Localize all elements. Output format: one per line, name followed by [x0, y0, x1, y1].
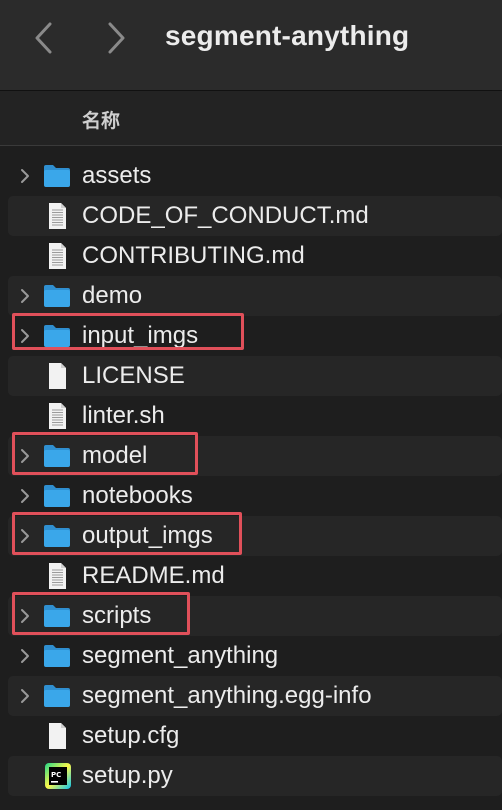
disclosure-chevron-icon[interactable] [18, 488, 32, 504]
folder-row[interactable]: input_imgs [8, 313, 502, 356]
file-name: segment_anything.egg-info [82, 682, 372, 709]
file-name: demo [82, 282, 143, 309]
forward-button[interactable] [96, 18, 136, 58]
document-icon [49, 203, 66, 229]
folder-row[interactable]: output_imgs [8, 512, 502, 556]
file-name: model [82, 442, 148, 469]
file-name: segment_anything [82, 642, 279, 669]
folder-icon [44, 165, 70, 187]
chevron-right-icon [108, 22, 125, 54]
folder-icon [44, 525, 70, 547]
window-title: segment-anything [165, 20, 410, 51]
folder-icon [44, 685, 70, 707]
document-icon [49, 563, 66, 589]
file-name: scripts [82, 602, 152, 629]
disclosure-chevron-icon[interactable] [18, 448, 32, 464]
folder-icon [44, 485, 70, 507]
disclosure-chevron-icon[interactable] [18, 528, 32, 544]
file-row[interactable]: CONTRIBUTING.md [8, 236, 502, 276]
file-name: input_imgs [82, 322, 199, 349]
chevron-left-icon [35, 22, 52, 54]
disclosure-chevron-icon[interactable] [18, 688, 32, 704]
folder-icon [44, 645, 70, 667]
document-icon [49, 403, 66, 429]
file-name: assets [82, 162, 152, 189]
name-column-header[interactable]: 名称 [82, 106, 120, 133]
disclosure-chevron-icon[interactable] [18, 608, 32, 624]
folder-row[interactable]: notebooks [8, 476, 502, 516]
disclosure-chevron-icon[interactable] [18, 328, 32, 344]
document-icon [49, 243, 66, 269]
disclosure-chevron-icon[interactable] [18, 168, 32, 184]
folder-icon [44, 445, 70, 467]
blank-document-icon [49, 723, 66, 749]
folder-row[interactable]: demo [8, 276, 502, 316]
file-name: CODE_OF_CONDUCT.md [82, 202, 369, 229]
column-header: 名称 [0, 91, 502, 146]
file-name: linter.sh [82, 402, 165, 429]
file-row[interactable]: LICENSE [8, 356, 502, 396]
folder-icon [44, 285, 70, 307]
file-row[interactable]: setup.cfg [8, 716, 502, 756]
file-name: LICENSE [82, 362, 185, 389]
file-row[interactable]: README.md [8, 556, 502, 596]
folder-icon [44, 325, 70, 347]
folder-row[interactable]: assets [8, 156, 502, 196]
file-name: notebooks [82, 482, 193, 509]
file-name: setup.cfg [82, 722, 180, 749]
folder-row[interactable]: model [8, 432, 502, 476]
file-row[interactable]: CODE_OF_CONDUCT.md [8, 196, 502, 236]
file-name: output_imgs [82, 522, 213, 549]
file-row[interactable]: linter.sh [8, 396, 502, 436]
pycharm-file-icon: PC [45, 763, 71, 789]
file-name: CONTRIBUTING.md [82, 242, 305, 269]
folder-icon [44, 605, 70, 627]
disclosure-chevron-icon[interactable] [18, 648, 32, 664]
folder-row[interactable]: scripts [8, 592, 502, 636]
svg-text:PC: PC [51, 771, 61, 779]
file-name: setup.py [82, 762, 173, 789]
file-name: README.md [82, 562, 225, 589]
file-list: assets CODE_OF_CONDUCT.md CONTRIBUTING.md d… [0, 156, 502, 796]
blank-document-icon [49, 363, 66, 389]
finder-toolbar: segment-anything [0, 0, 502, 91]
back-button[interactable] [24, 18, 64, 58]
folder-row[interactable]: segment_anything [8, 636, 502, 676]
disclosure-chevron-icon[interactable] [18, 288, 32, 304]
file-row[interactable]: PC setup.py [8, 756, 502, 796]
folder-row[interactable]: segment_anything.egg-info [8, 676, 502, 716]
